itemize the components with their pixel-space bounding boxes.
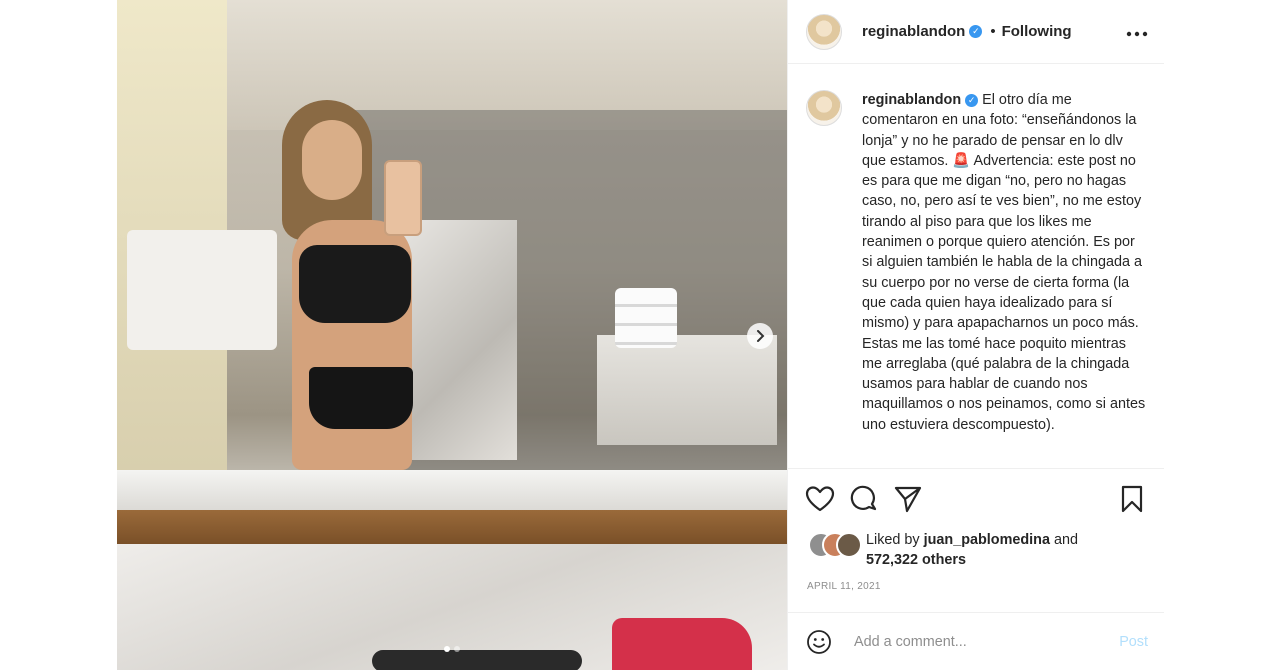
carousel-indicators	[117, 646, 787, 652]
follow-separator: •	[990, 23, 996, 40]
action-bar	[804, 483, 1148, 515]
ellipsis-icon	[1126, 31, 1148, 37]
following-button[interactable]: Following	[1002, 23, 1072, 40]
likes-conjunction: and	[1053, 532, 1078, 548]
likes-text: Liked by juan_pablomedina and 572,322 ot…	[866, 530, 1078, 570]
photo-bottom	[309, 367, 413, 429]
caption-row: reginablandon ✓ El otro día me comentaron…	[788, 64, 1164, 435]
header-username[interactable]: reginablandon	[862, 23, 965, 40]
photo-marble-column	[397, 220, 517, 460]
comment-icon[interactable]	[848, 483, 880, 515]
post-date[interactable]: APRIL 11, 2021	[807, 581, 881, 592]
next-photo-button[interactable]	[747, 323, 773, 349]
share-icon[interactable]	[892, 483, 924, 515]
backdrop-right	[1163, 0, 1280, 670]
likes-count-link[interactable]: 572,322 others	[866, 552, 966, 568]
photo-top	[299, 245, 411, 323]
verified-badge-icon: ✓	[969, 25, 983, 38]
caption-body: El otro día me comentaron en una foto: “…	[862, 92, 1146, 433]
likes-user-link[interactable]: juan_pablomedina	[924, 532, 1050, 548]
likes-prefix: Liked by	[866, 532, 920, 548]
heart-icon[interactable]	[804, 483, 836, 515]
caption-scroll-area[interactable]: reginablandon ✓ El otro día me comentaron…	[788, 64, 1164, 469]
post-header: reginablandon ✓ • Following	[788, 0, 1164, 64]
carousel-dot	[454, 646, 460, 652]
comment-box: Post	[788, 612, 1164, 670]
liker-avatar[interactable]	[836, 532, 862, 558]
comment-input[interactable]	[852, 632, 1086, 651]
caption-text: reginablandon ✓ El otro día me comentaron…	[862, 90, 1148, 435]
bookmark-icon[interactable]	[1116, 483, 1148, 515]
liker-avatars	[808, 530, 866, 558]
photo-phone	[384, 160, 422, 236]
avatar[interactable]	[806, 13, 842, 50]
photo-pink-bag	[612, 618, 752, 670]
backdrop-left	[0, 0, 117, 670]
caption-username[interactable]: reginablandon	[862, 92, 961, 108]
photo-bench	[597, 335, 777, 445]
post-photo[interactable]	[117, 0, 787, 670]
emoji-icon[interactable]	[806, 629, 832, 655]
chevron-right-icon	[757, 330, 765, 342]
photo-wood-trim	[117, 510, 787, 544]
carousel-dot-active	[444, 646, 450, 652]
caption-avatar[interactable]	[806, 90, 842, 126]
verified-badge-icon: ✓	[965, 94, 979, 107]
post-comment-button[interactable]: Post	[1119, 634, 1148, 650]
photo-person-face	[302, 120, 362, 200]
more-options-icon[interactable]	[1126, 20, 1148, 43]
photo-hairbrush	[372, 650, 582, 670]
photo-towels	[615, 288, 677, 348]
post-side-panel: reginablandon ✓ • Following reginablando…	[787, 0, 1164, 670]
likes-section: Liked by juan_pablomedina and 572,322 ot…	[808, 530, 1078, 570]
photo-bed	[127, 230, 277, 350]
